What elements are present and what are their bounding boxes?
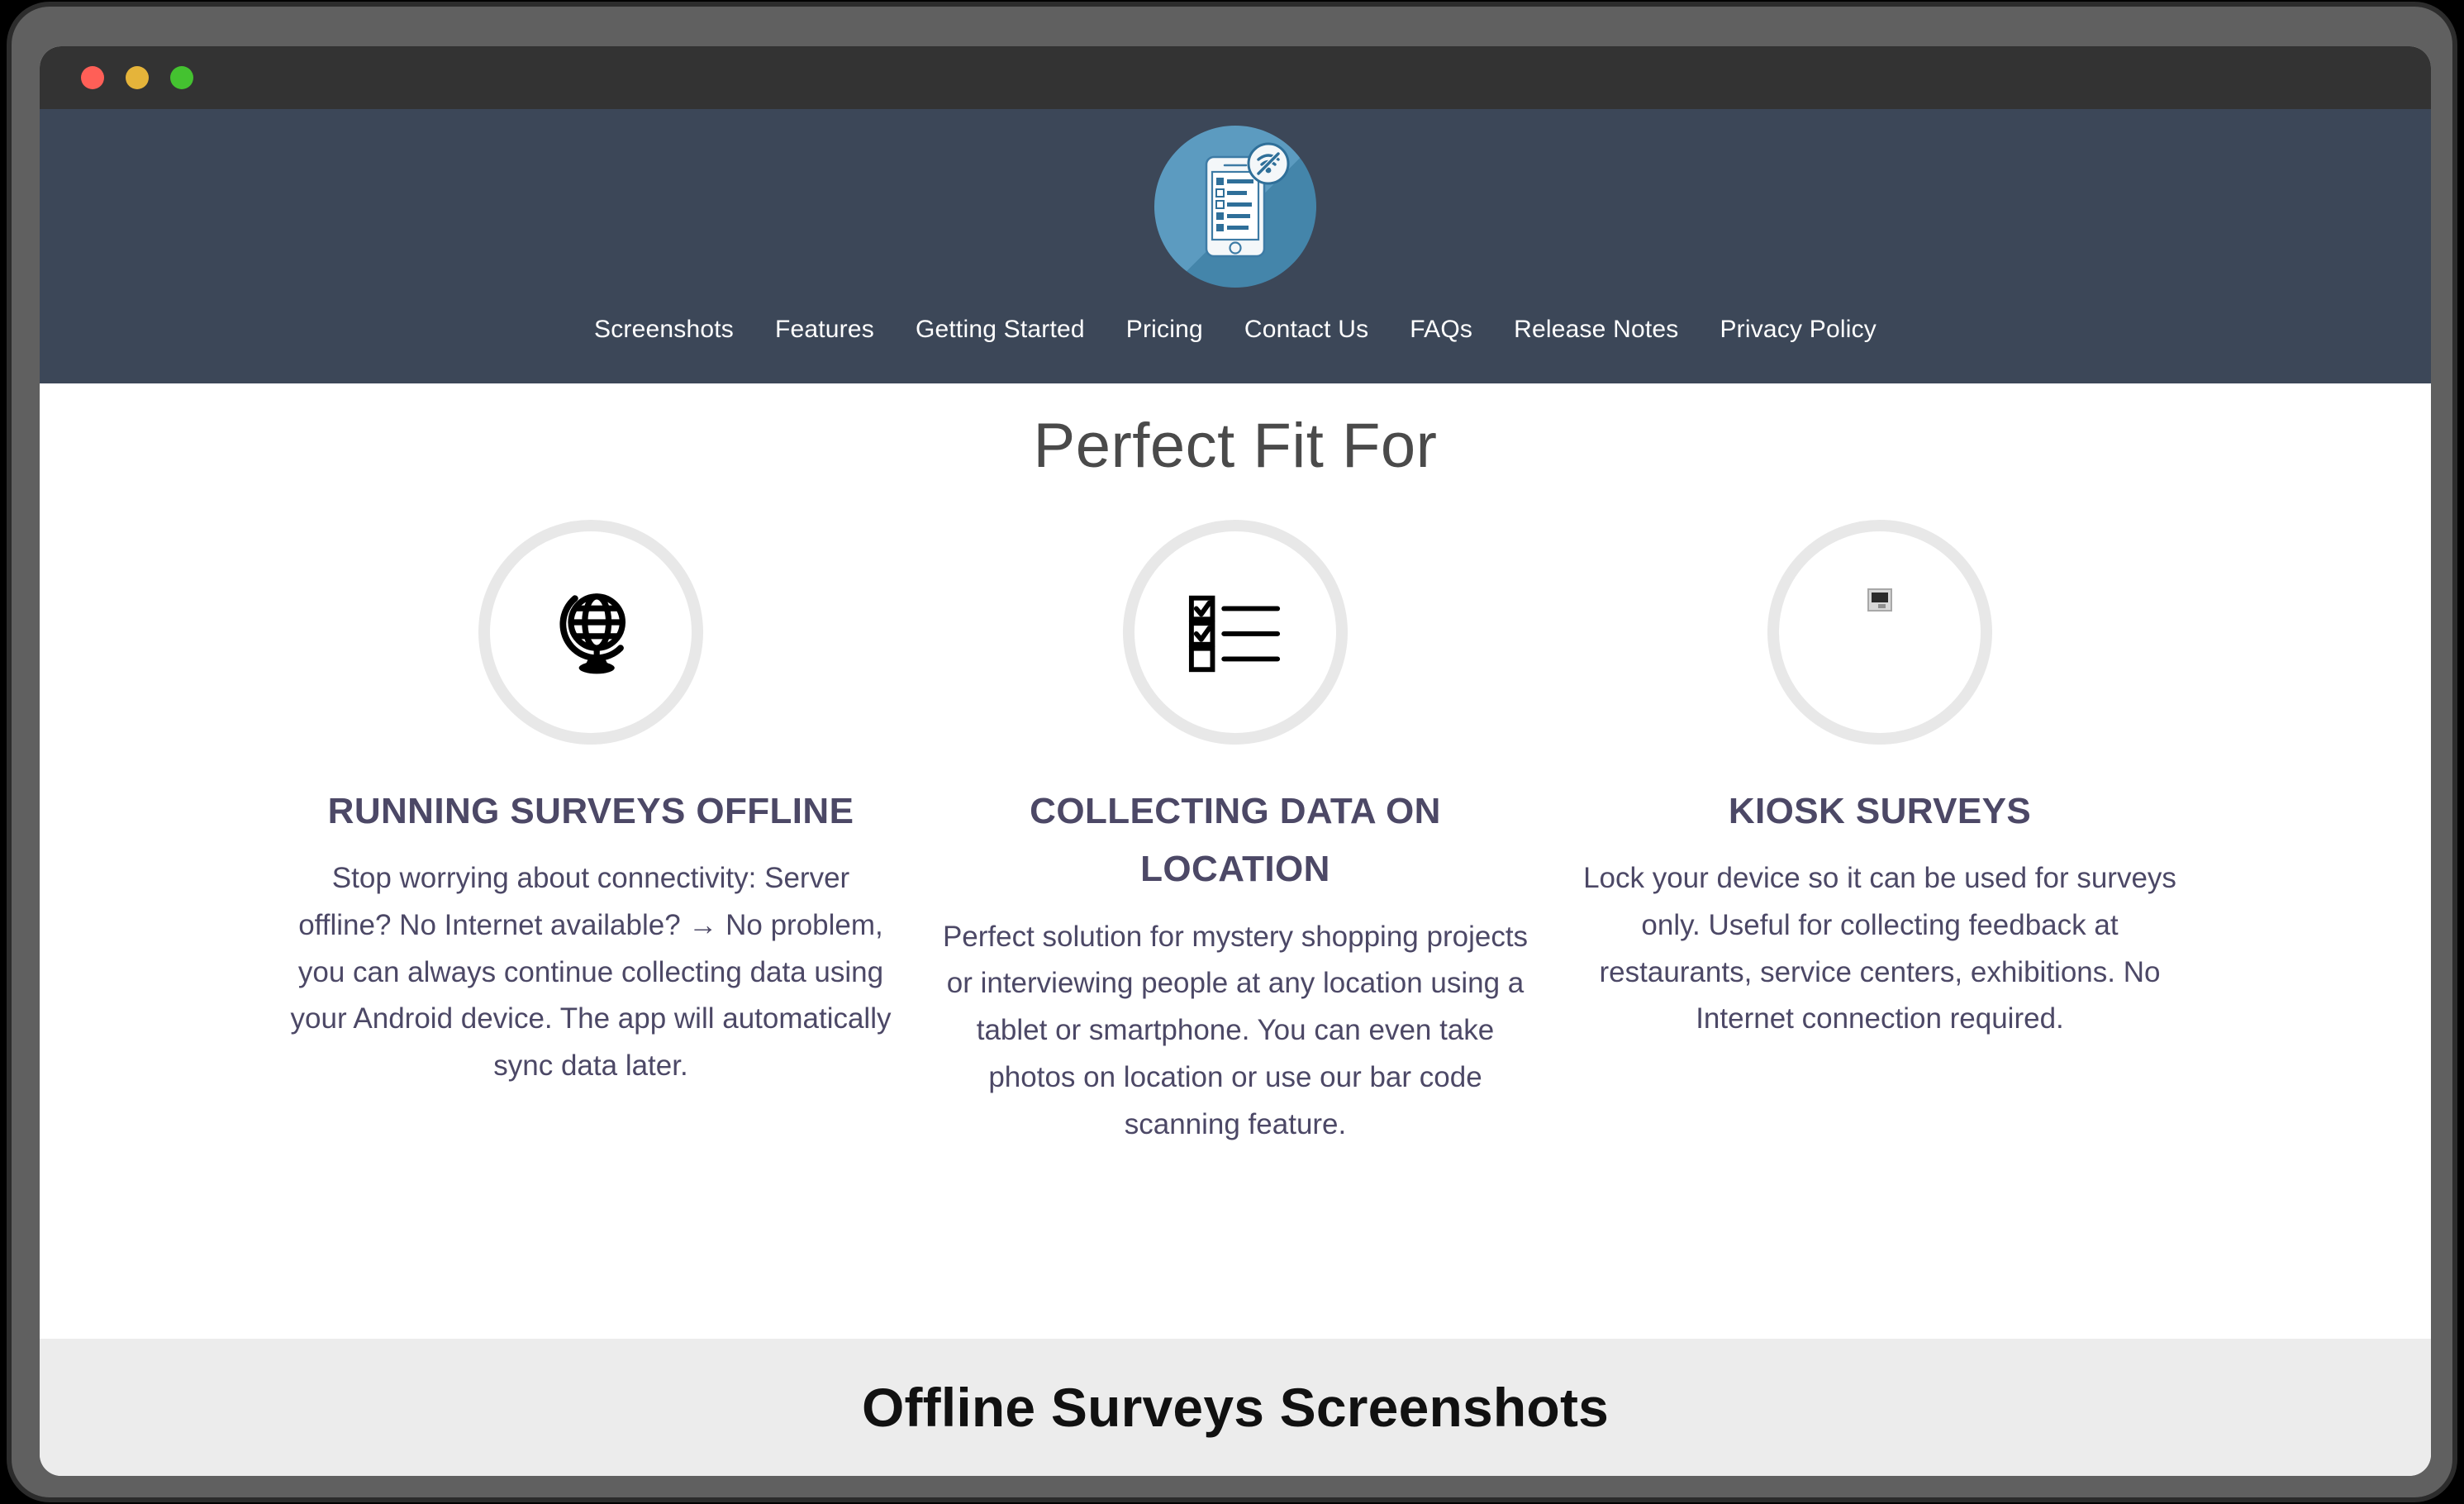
- maximize-window-button[interactable]: [170, 66, 193, 89]
- traffic-lights: [81, 66, 193, 89]
- nav-item-privacy-policy[interactable]: Privacy Policy: [1699, 311, 1897, 349]
- feature-icon-circle: [1767, 520, 1992, 745]
- feature-card-body: Lock your device so it can be used for s…: [1583, 862, 2176, 1035]
- device-frame: Screenshots Features Getting Started Pri…: [12, 7, 2452, 1497]
- checklist-icon: [1188, 595, 1281, 673]
- screenshots-section-band: Offline Surveys Screenshots: [40, 1339, 2431, 1476]
- nav-item-getting-started[interactable]: Getting Started: [895, 311, 1106, 349]
- feature-cards: RUNNING SURVEYS OFFLINE Stop worrying ab…: [40, 520, 2431, 1148]
- feature-card-collecting-data-on-location: COLLECTING DATA ON LOCATION Perfect solu…: [913, 520, 1558, 1148]
- feature-card-body: Perfect solution for mystery shopping pr…: [942, 920, 1529, 1140]
- globe-stand-icon: [559, 593, 626, 674]
- feature-icon-circle: [1123, 520, 1348, 745]
- site-header: Screenshots Features Getting Started Pri…: [40, 109, 2431, 383]
- nav-item-release-notes[interactable]: Release Notes: [1493, 311, 1699, 349]
- feature-card-title: RUNNING SURVEYS OFFLINE: [327, 791, 854, 831]
- offline-survey-tablet-logo-icon: [1205, 142, 1290, 258]
- feature-card-title: COLLECTING DATA ON LOCATION: [1030, 791, 1441, 890]
- nav-item-screenshots[interactable]: Screenshots: [573, 311, 754, 349]
- nav-item-faqs[interactable]: FAQs: [1389, 311, 1493, 349]
- feature-card-running-surveys-offline: RUNNING SURVEYS OFFLINE Stop worrying ab…: [269, 520, 913, 1090]
- feature-card-body: Stop worrying about connectivity: Server…: [290, 862, 892, 1083]
- nav-item-contact-us[interactable]: Contact Us: [1224, 311, 1389, 349]
- nav-item-features[interactable]: Features: [754, 311, 895, 349]
- nav-item-pricing[interactable]: Pricing: [1106, 311, 1224, 349]
- main-navigation[interactable]: Screenshots Features Getting Started Pri…: [573, 311, 1897, 349]
- site-logo[interactable]: [1154, 126, 1316, 288]
- broken-image-placeholder-icon: [1867, 588, 1892, 612]
- feature-card-kiosk-surveys: KIOSK SURVEYS Lock your device so it can…: [1558, 520, 2202, 1043]
- feature-card-title: KIOSK SURVEYS: [1728, 791, 2032, 831]
- minimize-window-button[interactable]: [126, 66, 149, 89]
- close-window-button[interactable]: [81, 66, 104, 89]
- main-content: Perfect Fit For RUNNING SURVEYS OFFLINE …: [40, 383, 2431, 1339]
- page-title: Perfect Fit For: [1033, 411, 1438, 481]
- feature-icon-circle: [478, 520, 703, 745]
- browser-window: Screenshots Features Getting Started Pri…: [40, 46, 2431, 1476]
- window-titlebar: [40, 46, 2431, 109]
- screenshots-section-title: Offline Surveys Screenshots: [861, 1377, 1610, 1438]
